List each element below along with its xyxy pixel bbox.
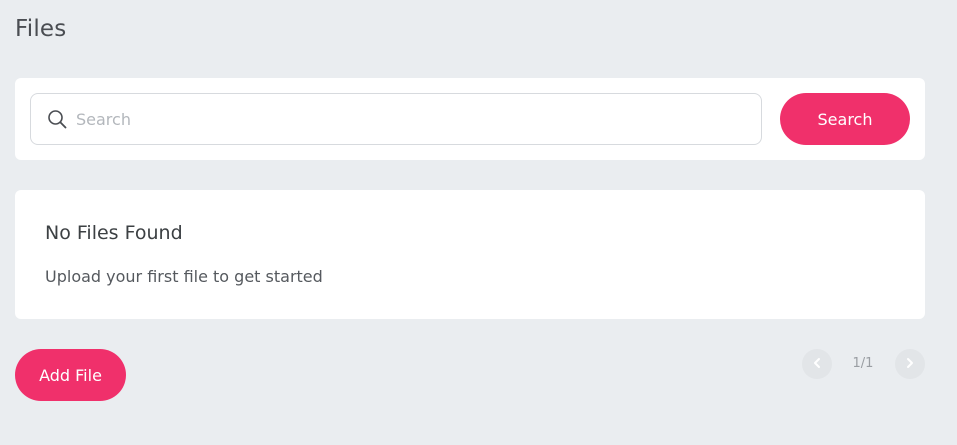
chevron-left-icon [811, 357, 823, 372]
pagination-next-button[interactable] [895, 349, 925, 379]
pagination-prev-button[interactable] [802, 349, 832, 379]
pagination-info: 1/1 [852, 356, 874, 371]
search-input[interactable] [76, 94, 746, 144]
chevron-right-icon [904, 357, 916, 372]
search-button[interactable]: Search [780, 93, 910, 145]
search-icon [47, 109, 67, 129]
page-title: Files [15, 16, 67, 42]
empty-state-card: No Files Found Upload your first file to… [15, 190, 925, 319]
empty-state-title: No Files Found [45, 222, 183, 244]
empty-state-message: Upload your first file to get started [45, 267, 323, 286]
add-file-button[interactable]: Add File [15, 349, 126, 401]
search-box[interactable] [30, 93, 762, 145]
search-card: Search [15, 78, 925, 160]
